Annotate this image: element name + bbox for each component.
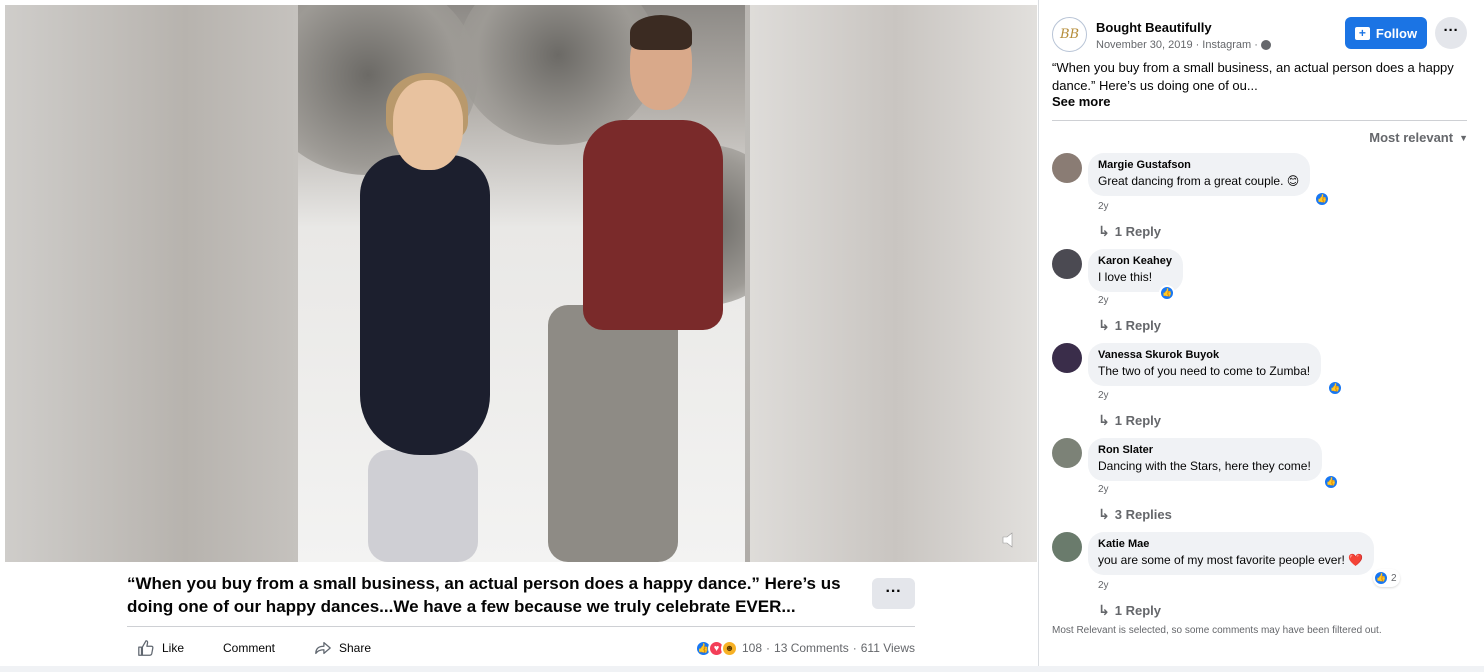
video-player[interactable] xyxy=(298,5,745,562)
comment-text: Dancing with the Stars, here they come! xyxy=(1098,459,1311,473)
reaction-summary[interactable]: 👍 ♥ ☻ 108 · 13 Comments · 611 Views xyxy=(695,636,915,660)
avatar[interactable] xyxy=(1052,153,1082,183)
replies-label: 1 Reply xyxy=(1114,318,1161,333)
follow-button[interactable]: + Follow xyxy=(1345,17,1427,49)
blur-left xyxy=(5,5,305,562)
divider xyxy=(127,626,915,627)
separator: · xyxy=(1254,39,1258,51)
divider xyxy=(1052,120,1467,121)
comment-text: I love this! xyxy=(1098,270,1153,284)
globe-icon xyxy=(1260,40,1271,50)
comments-count[interactable]: 13 Comments xyxy=(774,641,849,655)
comment-time[interactable]: 2y xyxy=(1098,484,1109,495)
comment-time[interactable]: 2y xyxy=(1098,201,1109,212)
comment-time[interactable]: 2y xyxy=(1098,295,1109,306)
post-meta: November 30, 2019 · Instagram · xyxy=(1096,39,1271,51)
comment-bubble: Margie Gustafson Great dancing from a gr… xyxy=(1088,153,1311,196)
post-source: Instagram xyxy=(1202,39,1252,51)
page-avatar[interactable]: BB xyxy=(1052,17,1087,52)
post-options-button[interactable]: ··· xyxy=(872,578,915,609)
comment-sort-dropdown[interactable]: Most relevant ▼ xyxy=(1369,130,1468,145)
haha-reaction-icon: ☻ xyxy=(721,639,738,657)
man-hair xyxy=(630,15,692,50)
commenter-name[interactable]: Karon Keahey xyxy=(1098,255,1172,267)
post-actions-bar: Like Comment Share 👍 ♥ ☻ 108 · 13 Commen… xyxy=(127,636,915,660)
reaction-count: 108 xyxy=(742,641,763,655)
media-panel: “When you buy from a small business, an … xyxy=(0,0,1038,672)
woman-head xyxy=(393,80,463,170)
reaction-badge[interactable]: 👍 2 xyxy=(1373,569,1400,587)
view-replies-link[interactable]: ↳ 1 Reply xyxy=(1098,223,1161,240)
views-count: 611 Views xyxy=(860,641,915,655)
share-arrow-icon xyxy=(315,641,331,655)
follow-plus-icon: + xyxy=(1354,26,1370,40)
see-more-link[interactable]: See more xyxy=(1052,94,1111,109)
view-replies-link[interactable]: ↳ 1 Reply xyxy=(1098,412,1161,429)
speaker-muted-icon[interactable] xyxy=(1000,530,1022,552)
more-options-button[interactable]: ··· xyxy=(1435,17,1467,49)
comment-time[interactable]: 2y xyxy=(1098,580,1109,591)
like-reaction-icon[interactable]: 👍 xyxy=(1323,474,1339,490)
replies-label: 1 Reply xyxy=(1114,224,1161,239)
separator: · xyxy=(766,641,771,655)
post-date[interactable]: November 30, 2019 xyxy=(1096,39,1193,51)
share-label: Share xyxy=(339,641,372,655)
woman-dress xyxy=(360,155,490,455)
reply-arrow-icon: ↳ xyxy=(1098,412,1110,428)
commenter-name[interactable]: Ron Slater xyxy=(1098,444,1311,456)
replies-label: 1 Reply xyxy=(1114,413,1161,428)
commenter-name[interactable]: Vanessa Skurok Buyok xyxy=(1098,349,1310,361)
reply-arrow-icon: ↳ xyxy=(1098,602,1110,618)
reply-arrow-icon: ↳ xyxy=(1098,317,1110,333)
view-replies-link[interactable]: ↳ 3 Replies xyxy=(1098,506,1172,523)
avatar[interactable] xyxy=(1052,438,1082,468)
like-label: Like xyxy=(162,641,185,655)
like-button[interactable]: Like xyxy=(137,636,184,660)
thumbs-up-icon xyxy=(138,640,154,656)
commenter-name[interactable]: Katie Mae xyxy=(1098,538,1363,550)
like-reaction-icon[interactable]: 👍 xyxy=(1159,285,1175,301)
replies-label: 1 Reply xyxy=(1114,603,1161,618)
avatar[interactable] xyxy=(1052,249,1082,279)
comment-time[interactable]: 2y xyxy=(1098,390,1109,401)
page-name[interactable]: Bought Beautifully xyxy=(1096,20,1212,35)
sort-label: Most relevant xyxy=(1369,130,1454,145)
comment-text: you are some of my most favorite people … xyxy=(1098,553,1364,567)
reply-arrow-icon: ↳ xyxy=(1098,506,1110,522)
woman-legs xyxy=(368,450,478,562)
like-reaction-icon[interactable]: 👍 xyxy=(1327,380,1343,396)
post-sidebar: BB Bought Beautifully November 30, 2019 … xyxy=(1038,0,1484,672)
reaction-count: 2 xyxy=(1391,572,1397,584)
man-sweater xyxy=(583,120,723,330)
caret-down-icon: ▼ xyxy=(1459,132,1468,143)
comment-text: Great dancing from a great couple. 😊 xyxy=(1098,174,1300,188)
view-replies-link[interactable]: ↳ 1 Reply xyxy=(1098,602,1161,619)
post-text: “When you buy from a small business, an … xyxy=(1052,60,1454,93)
comment-text: The two of you need to come to Zumba! xyxy=(1098,364,1311,378)
man-legs xyxy=(548,305,678,562)
comment-label: Comment xyxy=(223,641,276,655)
follow-label: Follow xyxy=(1375,25,1418,41)
blur-right xyxy=(750,5,1037,562)
share-button[interactable]: Share xyxy=(314,636,371,660)
filter-footnote: Most Relevant is selected, so some comme… xyxy=(1052,625,1382,636)
view-replies-link[interactable]: ↳ 1 Reply xyxy=(1098,317,1161,334)
comment-bubble: Katie Mae you are some of my most favori… xyxy=(1088,532,1375,575)
commenter-name[interactable]: Margie Gustafson xyxy=(1098,159,1299,171)
comment-bubble: Vanessa Skurok Buyok The two of you need… xyxy=(1088,343,1322,386)
like-reaction-icon: 👍 xyxy=(1373,570,1389,586)
page-bottom-bar xyxy=(0,666,1484,672)
separator: · xyxy=(1195,39,1200,51)
replies-label: 3 Replies xyxy=(1114,507,1172,522)
avatar[interactable] xyxy=(1052,532,1082,562)
avatar[interactable] xyxy=(1052,343,1082,373)
reply-arrow-icon: ↳ xyxy=(1098,223,1110,239)
comment-bubble: Ron Slater Dancing with the Stars, here … xyxy=(1088,438,1322,481)
comment-button[interactable]: Comment xyxy=(223,636,275,660)
post-caption: “When you buy from a small business, an … xyxy=(127,574,841,616)
like-reaction-icon[interactable]: 👍 xyxy=(1314,191,1330,207)
separator: · xyxy=(852,641,857,655)
